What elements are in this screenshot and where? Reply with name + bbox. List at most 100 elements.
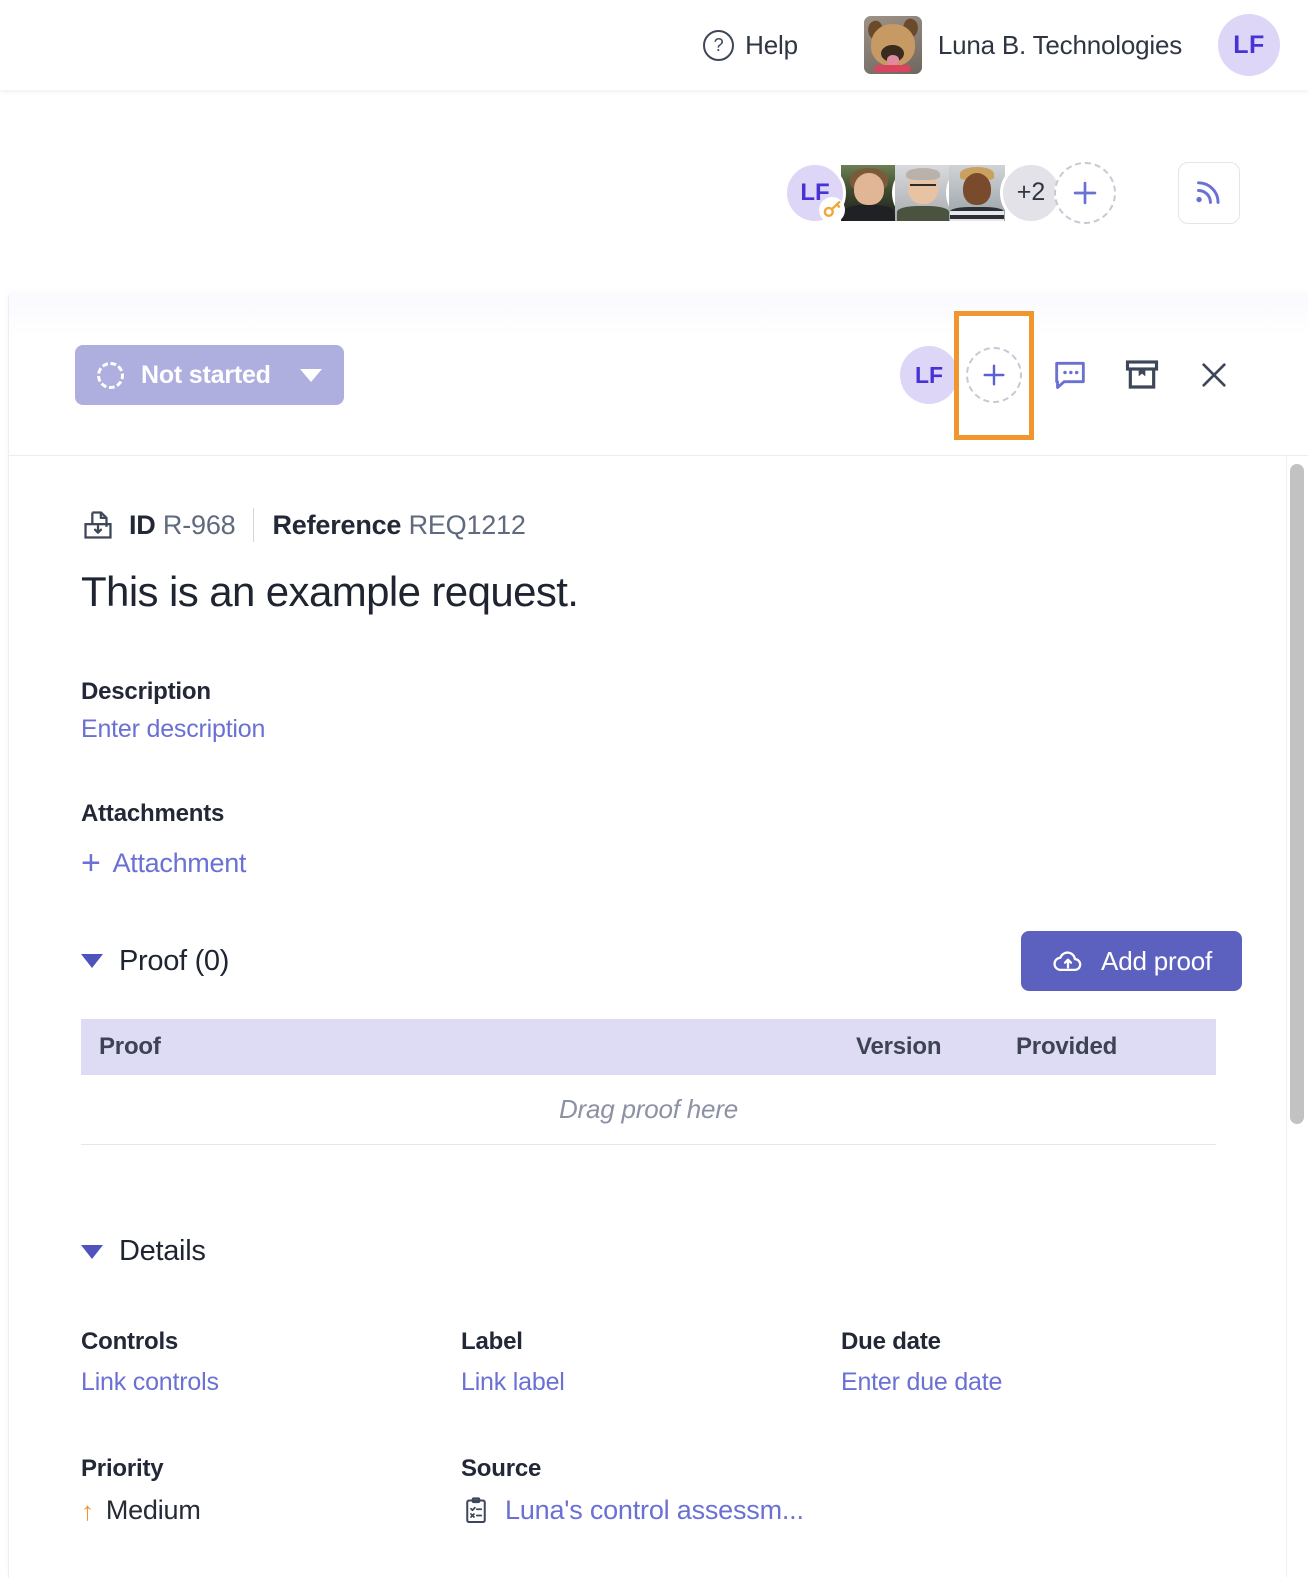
attachments-block: Attachments + Attachment: [81, 800, 1242, 879]
proof-dropzone[interactable]: Drag proof here: [81, 1075, 1216, 1145]
avatar-member-3[interactable]: [946, 161, 1008, 224]
field-source: Source Luna's control assessm...: [461, 1455, 804, 1526]
avatar-overflow-count[interactable]: +2: [1000, 161, 1062, 224]
avatar-member-2[interactable]: [892, 161, 954, 224]
panel-toolbar: Not started LF: [9, 295, 1308, 456]
proof-section-header: Proof (0) Add proof: [81, 931, 1242, 991]
proof-section-title: Proof (0): [119, 944, 230, 977]
reference-value: REQ1212: [408, 509, 526, 540]
priority-value-text: Medium: [105, 1495, 201, 1525]
details-section-toggle[interactable]: Details: [81, 1235, 1242, 1268]
request-detail-panel: Not started LF ID R-968 Reference REQ121…: [8, 295, 1308, 1578]
close-panel-button[interactable]: [1178, 356, 1250, 394]
add-attachment-label: Attachment: [112, 848, 247, 878]
source-value-text: Luna's control assessm...: [505, 1495, 804, 1525]
label-value-link[interactable]: Link label: [461, 1368, 841, 1397]
member-bar: LF +2: [0, 90, 1308, 295]
proof-table: Proof Version Provided Drag proof here: [81, 1019, 1216, 1145]
activity-feed-button[interactable]: [1178, 161, 1240, 224]
add-proof-button[interactable]: Add proof: [1021, 931, 1242, 991]
assignee-initials: LF: [914, 361, 944, 388]
controls-label: Controls: [81, 1328, 179, 1355]
help-button[interactable]: ? Help: [703, 29, 798, 61]
avatar-owner[interactable]: LF: [784, 161, 846, 224]
status-dropdown[interactable]: Not started: [75, 345, 344, 405]
details-row-1: Controls Link controls Label Link label …: [81, 1328, 1242, 1397]
org-switcher[interactable]: Luna B. Technologies: [863, 16, 1182, 74]
user-avatar[interactable]: LF: [1218, 14, 1280, 76]
clipboard-checklist-icon: [466, 1496, 486, 1523]
chevron-down-icon: [299, 368, 322, 382]
description-input-link[interactable]: Enter description: [81, 715, 1242, 744]
member-avatar-stack: LF +2: [784, 161, 1116, 224]
scrollbar-thumb[interactable]: [1290, 464, 1304, 1124]
description-label: Description: [81, 678, 211, 705]
cloud-upload-icon: [1053, 951, 1082, 972]
details-section-title: Details: [119, 1235, 206, 1267]
proof-empty-text: Drag proof here: [558, 1094, 739, 1124]
comment-bubble-icon: [1055, 361, 1085, 389]
org-name: Luna B. Technologies: [937, 29, 1182, 60]
label-label: Label: [461, 1328, 523, 1355]
add-proof-label: Add proof: [1101, 945, 1212, 976]
plus-icon: [983, 364, 1005, 386]
panel-scrollbar[interactable]: [1286, 456, 1308, 1577]
attachments-label: Attachments: [81, 800, 225, 827]
triangle-down-icon: [81, 954, 103, 968]
field-controls: Controls Link controls: [81, 1328, 461, 1397]
field-due-date: Due date Enter due date: [841, 1328, 1221, 1397]
rss-feed-icon: [1196, 180, 1220, 204]
controls-value-link[interactable]: Link controls: [81, 1368, 461, 1397]
assignee-avatar[interactable]: LF: [900, 346, 958, 404]
description-block: Description Enter description: [81, 678, 1242, 744]
priority-value[interactable]: ↑ Medium: [81, 1495, 461, 1526]
page-title: This is an example request.: [81, 568, 579, 615]
triangle-down-icon: [81, 1244, 103, 1259]
key-icon: [819, 196, 845, 223]
details-row-2: Priority ↑ Medium Source Luna's control …: [81, 1455, 1242, 1526]
due-date-value-link[interactable]: Enter due date: [841, 1368, 1221, 1397]
request-reference: Reference REQ1212: [272, 510, 525, 541]
plus-icon: [1073, 181, 1097, 204]
column-header-provided: Provided: [1016, 1033, 1118, 1060]
panel-body: ID R-968 Reference REQ1212 This is an ex…: [9, 456, 1308, 1577]
avatar-member-1[interactable]: [838, 161, 900, 224]
priority-label: Priority: [81, 1455, 164, 1482]
archive-box-icon: [1125, 360, 1159, 389]
archive-button[interactable]: [1106, 355, 1178, 395]
question-circle-icon: ?: [703, 29, 735, 61]
meta-divider: [253, 508, 255, 542]
request-meta-row: ID R-968 Reference REQ1212: [81, 508, 1242, 542]
id-label: ID: [129, 509, 156, 540]
global-header: ? Help Luna B. Technologies LF: [0, 0, 1308, 90]
source-value[interactable]: Luna's control assessm...: [461, 1495, 804, 1526]
user-avatar-initials: LF: [1233, 30, 1265, 59]
due-date-label: Due date: [841, 1328, 941, 1355]
dashed-circle-icon: [97, 361, 124, 389]
inbox-download-icon: [84, 511, 112, 539]
add-assignee-highlight: [954, 310, 1034, 440]
proof-section-toggle[interactable]: Proof (0): [81, 945, 229, 978]
close-x-icon: [1202, 363, 1226, 387]
plus-icon: +: [81, 843, 101, 882]
request-id: ID R-968: [129, 509, 236, 541]
avatar-overflow-label: +2: [1016, 178, 1046, 206]
app-root: ? Help Luna B. Technologies LF LF +2 Not…: [0, 0, 1308, 1578]
add-assignee-button[interactable]: [966, 347, 1022, 403]
comments-button[interactable]: [1034, 355, 1106, 395]
proof-table-header: Proof Version Provided: [81, 1019, 1216, 1075]
details-section: Details Controls Link controls Label Lin…: [81, 1235, 1242, 1526]
help-label: Help: [745, 29, 798, 60]
source-label: Source: [461, 1455, 542, 1482]
arrow-up-icon: ↑: [81, 1495, 94, 1526]
add-attachment-button[interactable]: + Attachment: [81, 843, 1242, 882]
panel-toolbar-actions: LF: [900, 310, 1250, 440]
org-logo-image: [863, 16, 922, 74]
status-label: Not started: [141, 360, 271, 389]
add-member-button[interactable]: [1054, 161, 1116, 224]
column-header-version: Version: [856, 1033, 942, 1060]
reference-label: Reference: [272, 509, 402, 540]
field-label-group: Label Link label: [461, 1328, 841, 1397]
field-priority: Priority ↑ Medium: [81, 1455, 461, 1526]
id-value: R-968: [162, 509, 236, 540]
